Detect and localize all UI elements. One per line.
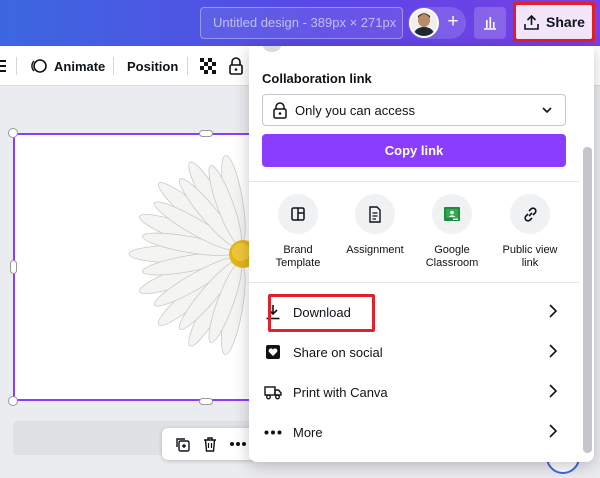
toolbar-divider xyxy=(113,57,114,75)
google-classroom-option[interactable]: Google Classroom xyxy=(420,194,484,270)
add-collaborator-button[interactable]: + xyxy=(442,7,464,39)
truck-icon xyxy=(264,385,282,399)
position-label: Position xyxy=(127,58,179,74)
toolbar-divider xyxy=(16,57,17,75)
lock-icon xyxy=(273,101,287,119)
design-canvas[interactable] xyxy=(13,133,263,401)
duplicate-icon[interactable] xyxy=(174,436,191,453)
transparency-button[interactable] xyxy=(199,46,217,86)
access-value: Only you can access xyxy=(295,102,415,118)
collaboration-link-label: Collaboration link xyxy=(262,71,372,86)
position-button[interactable]: Position xyxy=(127,46,178,86)
more-menu-item[interactable]: More xyxy=(262,414,562,450)
share-panel: Collaboration link Only you can access C… xyxy=(249,46,594,462)
transparency-icon xyxy=(200,58,216,74)
divider xyxy=(249,181,579,182)
animate-label: Animate xyxy=(54,58,106,74)
more-icon[interactable] xyxy=(229,441,247,447)
chevron-down-icon xyxy=(542,107,552,114)
animate-button[interactable]: Animate xyxy=(30,46,105,86)
resize-handle-bottom[interactable] xyxy=(199,398,213,405)
resize-handle-bottom-left[interactable] xyxy=(8,396,18,406)
daisy-image[interactable] xyxy=(15,135,261,399)
google-classroom-icon xyxy=(444,207,460,221)
menu-item-label: Share on social xyxy=(293,344,383,360)
assignment-option[interactable]: Assignment xyxy=(343,194,407,257)
lock-button[interactable] xyxy=(229,46,243,86)
option-label: Public view link xyxy=(502,244,558,269)
share-label: Share xyxy=(546,14,585,30)
resize-handle-top-left[interactable] xyxy=(8,128,18,138)
divider xyxy=(249,282,579,283)
lock-icon xyxy=(229,57,243,75)
access-dropdown[interactable]: Only you can access xyxy=(262,94,566,126)
scrollbar[interactable] xyxy=(583,147,592,453)
heart-icon xyxy=(266,345,280,359)
toolbar-divider xyxy=(187,57,188,75)
option-label: Google Classroom xyxy=(425,244,479,269)
floating-page-toolbar xyxy=(162,428,258,460)
more-icon xyxy=(264,430,282,434)
brand-template-icon xyxy=(291,207,305,221)
document-icon xyxy=(369,205,381,223)
avatar[interactable] xyxy=(409,8,439,38)
design-title-input[interactable]: Untitled design - 389px × 271px xyxy=(200,7,403,39)
collaborators-group[interactable]: + xyxy=(408,7,466,39)
avatar xyxy=(263,46,281,52)
menu-icon[interactable] xyxy=(0,46,6,86)
print-with-canva-menu-item[interactable]: Print with Canva xyxy=(262,374,562,410)
insights-button[interactable] xyxy=(474,7,506,39)
chevron-right-icon xyxy=(549,424,558,438)
resize-handle-top[interactable] xyxy=(199,130,213,137)
share-button[interactable]: Share xyxy=(513,2,595,42)
menu-item-label: Print with Canva xyxy=(293,384,388,400)
resize-handle-left[interactable] xyxy=(10,260,17,274)
option-label: Brand Template xyxy=(275,244,321,269)
option-label: Assignment xyxy=(346,244,404,256)
upload-icon xyxy=(524,14,539,30)
copy-link-button[interactable]: Copy link xyxy=(262,134,566,167)
chevron-right-icon xyxy=(549,304,558,318)
animate-icon xyxy=(31,59,47,73)
trash-icon[interactable] xyxy=(202,436,218,453)
chevron-right-icon xyxy=(549,344,558,358)
chevron-right-icon xyxy=(549,384,558,398)
download-highlight-box xyxy=(268,294,375,332)
brand-template-option[interactable]: Brand Template xyxy=(266,194,330,270)
top-header: Untitled design - 389px × 271px + Share xyxy=(0,0,600,46)
link-icon xyxy=(523,206,537,222)
share-on-social-menu-item[interactable]: Share on social xyxy=(262,334,562,370)
bar-chart-icon xyxy=(484,17,496,30)
public-view-link-option[interactable]: Public view link xyxy=(498,194,562,270)
menu-item-label: More xyxy=(293,424,323,440)
